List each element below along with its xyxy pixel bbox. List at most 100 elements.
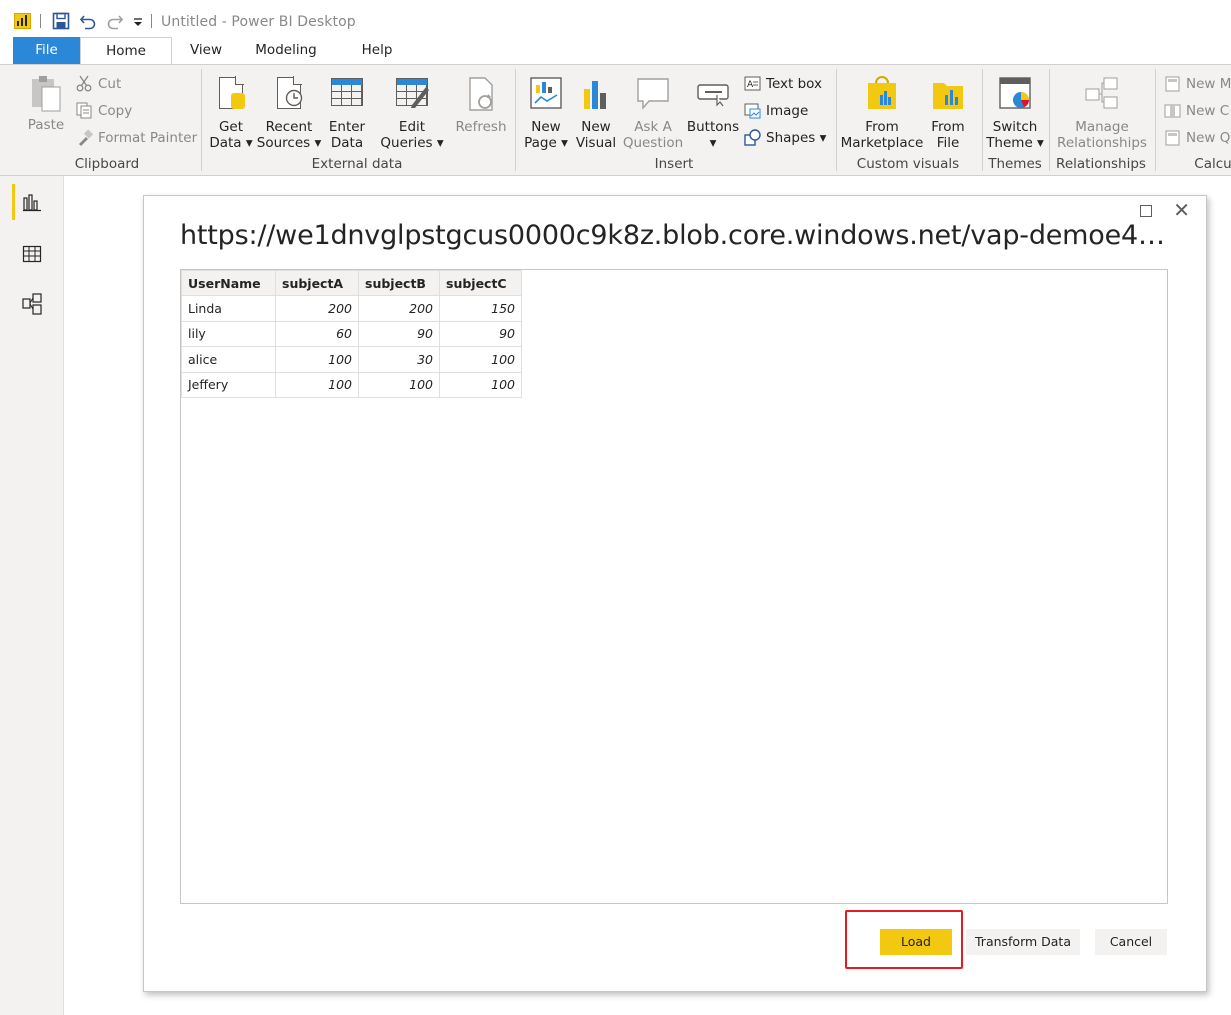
table-cell: 100 [275,371,359,398]
group-label-custom-visuals: Custom visuals [856,156,960,172]
data-preview-pane: UserName subjectA subjectB subjectC Lind… [180,269,1168,904]
from-marketplace-label: From Marketplace [840,119,924,151]
table-cell: 60 [275,320,359,347]
refresh-icon [463,75,499,115]
format-painter-button[interactable]: Format Painter [76,129,197,146]
enter-data-label: Enter Data [328,119,366,151]
table-cell: 100 [439,346,522,373]
cancel-button[interactable]: Cancel [1095,929,1167,955]
customize-quick-access-icon[interactable] [132,12,144,36]
copy-icon [76,102,93,119]
text-box-label: Text box [766,75,822,92]
new-measure-button[interactable]: New M [1164,75,1231,92]
group-label-insert: Insert [654,156,694,172]
switch-theme-label: Switch Theme ▾ [986,119,1044,151]
recent-sources-label: Recent Sources ▾ [256,119,322,151]
speech-bubble-icon [635,75,671,115]
table-cell: 90 [358,320,440,347]
group-label-clipboard: Clipboard [74,156,140,172]
save-icon[interactable] [52,12,70,34]
tab-file[interactable]: File [13,37,80,64]
separator [201,69,202,171]
separator [1155,69,1156,171]
buttons-button[interactable]: Buttons ▾ [686,75,740,151]
from-file-button[interactable]: From File [928,75,968,151]
bar-chart-icon [578,75,614,115]
left-navigation [0,176,64,1015]
table-row: Linda 200 200 150 [181,295,522,322]
table-cell: Linda [181,295,276,322]
new-quick-measure-button[interactable]: New Q [1164,129,1230,146]
buttons-label: Buttons ▾ [686,119,740,151]
title-bar: Untitled - Power BI Desktop [0,0,1231,40]
shapes-label: Shapes ▾ [766,129,827,146]
edit-queries-button[interactable]: Edit Queries ▾ [380,75,444,151]
from-marketplace-button[interactable]: From Marketplace [840,75,924,151]
separator [982,69,983,171]
cut-button[interactable]: Cut [76,75,121,92]
get-data-label: Get Data ▾ [209,119,253,151]
data-view-icon[interactable] [10,234,54,274]
refresh-label: Refresh [455,119,507,135]
marketplace-icon [864,75,900,115]
quick-measure-icon [1164,129,1181,146]
tab-modeling[interactable]: Modeling [246,37,326,64]
model-view-icon[interactable] [10,284,54,324]
get-data-button[interactable]: Get Data ▾ [209,75,253,151]
recent-sources-icon [271,75,307,115]
table-cell: 200 [358,295,440,322]
table-cell: 30 [358,346,440,373]
from-file-label: From File [931,119,965,151]
tab-help[interactable]: Help [352,37,402,64]
new-quick-measure-label: New Q [1186,129,1231,146]
switch-theme-button[interactable]: Switch Theme ▾ [986,75,1044,151]
shapes-button[interactable]: Shapes ▾ [744,129,826,146]
report-view-icon[interactable] [10,182,54,222]
new-visual-label: New Visual [575,119,617,151]
navigator-dialog: ✕ https://we1dnvglpstgcus0000c9k8z.blob.… [143,195,1207,992]
maximize-icon[interactable] [1140,205,1152,217]
tab-view[interactable]: View [180,37,232,64]
table-cell: 100 [439,371,522,398]
copy-label: Copy [98,102,133,119]
ask-question-button[interactable]: Ask A Question [622,75,684,151]
enter-data-button[interactable]: Enter Data [327,75,367,151]
new-page-button[interactable]: New Page ▾ [524,75,568,151]
ask-question-label: Ask A Question [622,119,684,151]
load-button[interactable]: Load [880,929,952,955]
new-visual-button[interactable]: New Visual [576,75,616,151]
separator [40,14,41,28]
paste-label: Paste [27,117,65,133]
image-label: Image [766,102,809,119]
column-header: subjectA [275,270,359,296]
table-cell: 100 [358,371,440,398]
manage-relationships-label: Manage Relationships [1057,119,1147,151]
transform-data-button[interactable]: Transform Data [966,929,1080,955]
column-header: subjectB [358,270,440,296]
folder-icon [930,75,966,115]
group-label-relationships: Relationships [1056,156,1146,172]
column-icon [1164,102,1181,119]
paste-button[interactable]: Paste [26,73,66,133]
calculator-icon [1164,75,1181,92]
refresh-button[interactable]: Refresh [455,75,507,135]
redo-icon[interactable] [106,12,124,34]
preview-table: UserName subjectA subjectB subjectC Lind… [181,270,522,398]
table-row: alice 100 30 100 [181,346,522,373]
manage-relationships-button[interactable]: Manage Relationships [1057,75,1147,151]
close-icon[interactable]: ✕ [1173,200,1190,220]
tab-home[interactable]: Home [80,37,172,65]
power-bi-logo-icon [14,13,31,29]
table-header-row: UserName subjectA subjectB subjectC [181,270,522,296]
separator [151,14,152,28]
recent-sources-button[interactable]: Recent Sources ▾ [256,75,322,151]
ribbon: Paste Cut Copy Format Painter Clipboard … [0,64,1231,176]
new-column-button[interactable]: New C [1164,102,1229,119]
undo-icon[interactable] [79,12,97,34]
table-cell: 200 [275,295,359,322]
image-button[interactable]: Image [744,102,808,119]
group-label-external-data: External data [311,156,403,172]
text-box-button[interactable]: A Text box [744,75,822,92]
brush-icon [76,129,94,146]
copy-button[interactable]: Copy [76,102,132,119]
